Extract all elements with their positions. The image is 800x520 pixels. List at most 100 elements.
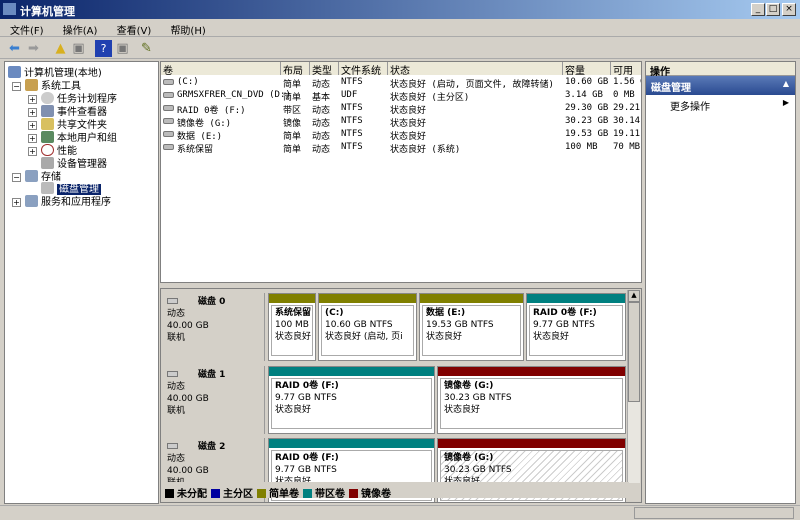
list-cell[interactable]: 系统保留 — [177, 142, 213, 155]
list-cell: NTFS — [341, 142, 363, 152]
disk-size: 40.00 GB — [167, 466, 209, 476]
scroll-thumb[interactable] — [628, 302, 640, 402]
title-bar: 计算机管理 — [0, 0, 800, 19]
back-icon[interactable]: ⬅ — [6, 40, 23, 57]
disk-status: 联机 — [167, 406, 186, 416]
expand-icon[interactable]: + — [12, 198, 21, 207]
partition-info: 10.60 GB NTFS — [325, 320, 393, 330]
storage-icon — [25, 170, 38, 182]
legend-label: 镜像卷 — [361, 489, 391, 500]
partition-state: 状态良好 — [275, 405, 312, 415]
col-capacity[interactable]: 容量 — [563, 62, 611, 77]
partition-type-bar — [269, 294, 315, 303]
maximize-button[interactable]: □ — [766, 3, 780, 16]
list-cell[interactable]: RAID 0卷 (F:) — [177, 103, 246, 116]
partition-state: 状态良好 — [426, 332, 463, 342]
disk-name: 磁盘 2 — [198, 442, 226, 452]
scroll-up-icon[interactable]: ▲ — [628, 290, 640, 302]
partition-type-bar — [420, 294, 523, 303]
legend-swatch — [165, 489, 174, 498]
partition-label: 镜像卷 (G:) — [444, 381, 494, 391]
menu-file[interactable]: 文件(F) — [0, 19, 50, 37]
collapse-icon[interactable]: − — [12, 82, 21, 91]
disk-size: 40.00 GB — [167, 394, 209, 404]
tree-services-apps[interactable]: + 服务和应用程序 — [12, 193, 111, 208]
show-action-pane-icon[interactable]: ▣ — [114, 40, 131, 57]
expand-icon[interactable]: + — [28, 147, 37, 156]
volume-icon — [163, 105, 174, 111]
volume-icon — [163, 131, 174, 137]
partition-simple[interactable]: 数据 (E:) 19.53 GB NTFS 状态良好 — [419, 293, 524, 361]
partition-label: 系统保留 — [275, 308, 312, 318]
disk-type: 动态 — [167, 454, 186, 464]
disk-info[interactable]: 磁盘 0 动态 40.00 GB 联机 — [163, 293, 265, 361]
list-cell: 状态良好 — [390, 132, 427, 142]
col-type[interactable]: 类型 — [310, 62, 339, 77]
list-cell: 简单 — [283, 93, 302, 103]
actions-pane: 操作 磁盘管理 ▲ 更多操作 ▶ — [645, 61, 796, 504]
collapse-icon[interactable]: ▲ — [783, 79, 789, 88]
menu-view[interactable]: 查看(V) — [107, 19, 158, 37]
forward-icon[interactable]: ➡ — [25, 40, 42, 57]
up-folder-icon[interactable]: ▲ — [52, 40, 69, 57]
list-cell: 19.53 GB — [565, 129, 609, 139]
list-cell: 29.21 — [613, 103, 641, 113]
legend-swatch — [303, 489, 312, 498]
help-icon[interactable]: ? — [95, 40, 112, 57]
list-cell: NTFS — [341, 129, 363, 139]
list-cell: NTFS — [341, 116, 363, 126]
legend-swatch — [211, 489, 220, 498]
legend-swatch — [257, 489, 266, 498]
partition-striped[interactable]: RAID 0卷 (F:) 9.77 GB NTFS 状态良好 — [268, 366, 435, 434]
partition-label: 镜像卷 (G:) — [444, 453, 494, 463]
list-cell: 状态良好 — [390, 119, 427, 129]
partition-striped[interactable]: RAID 0卷 (F:) 9.77 GB NTFS 状态良好 — [526, 293, 626, 361]
disk-icon — [167, 443, 178, 449]
disk-icon — [167, 298, 178, 304]
partition-info: 30.23 GB NTFS — [444, 465, 512, 475]
list-cell[interactable]: 镜像卷 (G:) — [177, 116, 231, 129]
col-filesystem[interactable]: 文件系统 — [339, 62, 388, 77]
actions-title: 操作 — [646, 62, 795, 78]
disk-type: 动态 — [167, 309, 186, 319]
partition-info: 19.53 GB NTFS — [426, 320, 494, 330]
list-cell: 动态 — [312, 80, 331, 90]
partition-simple[interactable]: 系统保留 100 MB N 状态良好 — [268, 293, 316, 361]
col-volume[interactable]: 卷 — [161, 62, 281, 77]
partition-label: RAID 0卷 (F:) — [275, 381, 339, 391]
legend-label: 未分配 — [177, 489, 207, 500]
disk-info[interactable]: 磁盘 1 动态 40.00 GB 联机 — [163, 366, 265, 434]
partition-type-bar — [319, 294, 416, 303]
col-status[interactable]: 状态 — [388, 62, 563, 77]
list-cell[interactable]: GRMSXFRER_CN_DVD (D:) — [177, 90, 291, 100]
partition-type-bar — [269, 439, 434, 448]
list-cell: 动态 — [312, 145, 331, 155]
list-cell[interactable]: 数据 (E:) — [177, 129, 222, 142]
menu-action[interactable]: 操作(A) — [53, 19, 104, 37]
show-hide-tree-icon[interactable]: ▣ — [70, 40, 87, 57]
partition-simple[interactable]: (C:) 10.60 GB NTFS 状态良好 (启动, 页i — [318, 293, 417, 361]
menu-bar: 文件(F) 操作(A) 查看(V) 帮助(H) — [0, 19, 800, 37]
close-button[interactable]: × — [782, 3, 796, 16]
list-cell: 动态 — [312, 119, 331, 129]
disk-graphical-view: 磁盘 0 动态 40.00 GB 联机 系统保留 100 MB N 状态良好 (C:) 10.6… — [160, 288, 642, 503]
col-free[interactable]: 可用空 — [611, 62, 641, 75]
partition-mirror[interactable]: 镜像卷 (G:) 30.23 GB NTFS 状态良好 — [437, 366, 626, 434]
menu-help[interactable]: 帮助(H) — [160, 19, 211, 37]
disk-name: 磁盘 1 — [198, 370, 226, 380]
properties-icon[interactable]: ✎ — [138, 40, 155, 57]
minimize-button[interactable]: _ — [751, 3, 765, 16]
status-panel — [634, 507, 794, 519]
partition-state: 状态良好 — [533, 332, 570, 342]
list-cell: 简单 — [283, 132, 302, 142]
col-layout[interactable]: 布局 — [281, 62, 310, 77]
legend-label: 带区卷 — [315, 489, 345, 500]
list-cell: 简单 — [283, 145, 302, 155]
list-cell[interactable]: (C:) — [177, 77, 199, 87]
more-actions-item[interactable]: 更多操作 ▶ — [646, 95, 795, 113]
collapse-icon[interactable]: − — [12, 173, 21, 182]
actions-section-disk-management[interactable]: 磁盘管理 ▲ — [646, 76, 795, 95]
list-cell: 100 MB — [565, 142, 598, 152]
app-icon — [3, 3, 16, 15]
vertical-scrollbar[interactable]: ▲ — [627, 290, 640, 483]
